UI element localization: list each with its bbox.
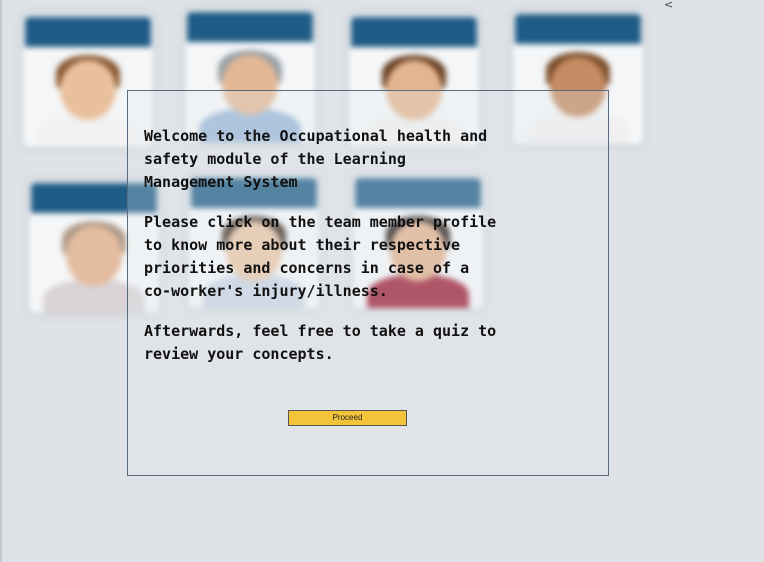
profile-avatar [66,226,122,286]
card-header-band [351,17,477,47]
card-header-band [515,14,641,44]
welcome-intro: Welcome to the Occupational health and s… [144,127,488,191]
welcome-dialog: Welcome to the Occupational health and s… [127,90,609,476]
welcome-instruction: Please click on the team member profile … [144,213,497,300]
proceed-button[interactable]: Proceed [288,410,407,426]
card-header-band [25,17,151,47]
profile-avatar [60,60,116,120]
welcome-text: Welcome to the Occupational health and s… [144,125,504,383]
card-header-band [187,12,313,42]
welcome-afterwards: Afterwards, feel free to take a quiz to … [144,322,497,363]
